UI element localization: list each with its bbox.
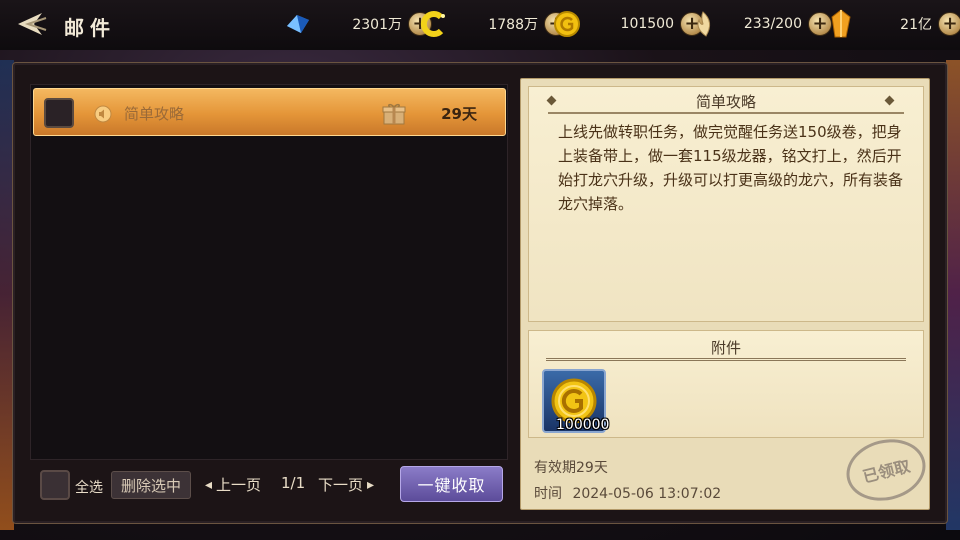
message-divider	[548, 112, 904, 114]
prev-page-label: 上一页	[216, 476, 262, 494]
gold-coin-icon	[552, 9, 582, 39]
page-indicator: 1/1	[281, 474, 306, 492]
speaker-icon	[94, 105, 112, 123]
delete-selected-button[interactable]: 删除选中	[111, 471, 191, 499]
gift-icon	[382, 103, 406, 125]
page-title: 邮件	[64, 16, 116, 40]
resource-gold: 101500 +	[552, 9, 704, 39]
background-decoration-right	[946, 60, 960, 530]
mail-subject: 简单攻略	[124, 105, 185, 123]
attachment-quantity: 100000	[556, 417, 610, 433]
chevron-left-icon: ◂	[205, 476, 213, 493]
select-all-checkbox[interactable]	[40, 470, 70, 500]
resource-value: 21亿	[900, 17, 932, 33]
resource-stamina: 233/200 +	[688, 9, 832, 39]
resource-value: 233/200	[743, 16, 802, 32]
resource-diamond: 2301万 +	[282, 9, 432, 39]
collect-all-button[interactable]: 一键收取	[400, 466, 503, 502]
prev-page-button[interactable]: ◂ 上一页	[205, 474, 261, 495]
resource-value: 101500	[620, 16, 674, 32]
flame-wing-icon	[688, 9, 718, 39]
next-page-button[interactable]: 下一页 ▸	[318, 474, 374, 495]
mail-list[interactable]	[30, 84, 508, 460]
yellow-c-coin-icon	[418, 9, 448, 39]
mail-days-left: 29天	[441, 105, 477, 123]
resource-value: 1788万	[488, 17, 538, 33]
resource-value: 2301万	[352, 17, 402, 33]
amber-crystal-icon	[826, 9, 856, 39]
select-all-label[interactable]: 全选	[75, 477, 103, 497]
attachment-divider	[546, 358, 906, 361]
next-page-label: 下一页	[318, 476, 364, 494]
expiry-text: 有效期29天	[534, 460, 608, 476]
mail-list-item[interactable]: 简单攻略 29天	[33, 88, 506, 136]
resource-crystal: 21亿 +	[826, 9, 960, 39]
time-text: 时间 2024-05-06 13:07:02	[534, 483, 721, 503]
back-arrow-icon	[18, 13, 47, 35]
add-crystal-button[interactable]: +	[938, 12, 960, 36]
resource-coupon: 1788万 +	[418, 9, 568, 39]
attachment-title: 附件	[710, 339, 741, 357]
top-bar: 邮件 2301万 + 1788万 + 101500 + 233/200 +	[0, 0, 960, 50]
message-title: 简单攻略	[695, 93, 756, 111]
message-body: 上线先做转职任务，做完觉醒任务送150级卷，把身上装备带上，做一套115级龙器，…	[558, 123, 904, 213]
back-button[interactable]	[10, 8, 50, 40]
time-value: 2024-05-06 13:07:02	[572, 486, 722, 502]
blue-diamond-icon	[282, 9, 312, 39]
time-label: 时间	[534, 486, 562, 502]
mail-item-checkbox[interactable]	[44, 98, 74, 128]
chevron-right-icon: ▸	[367, 476, 375, 493]
